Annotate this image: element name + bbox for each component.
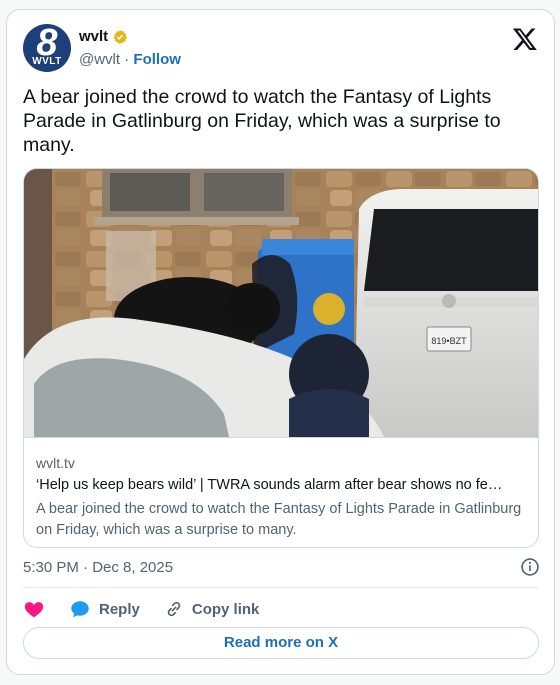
heart-icon (24, 602, 44, 618)
follow-button[interactable]: Follow (133, 51, 181, 68)
info-icon[interactable] (520, 557, 540, 577)
link-card[interactable]: 819•BZT wvlt.tv ‘Help us keep bears wild… (23, 168, 539, 548)
tweet-header: 8 WVLT wvlt @wvlt · Follow (23, 24, 538, 72)
tweet-text: A bear joined the crowd to watch the Fan… (23, 86, 501, 156)
reply-button[interactable]: Reply (69, 598, 140, 620)
copy-link-button[interactable]: Copy link (164, 599, 260, 619)
link-title: ‘Help us keep bears wild’ | TWRA sounds … (36, 477, 503, 493)
copy-link-label: Copy link (191, 600, 260, 618)
divider (23, 587, 538, 588)
avatar[interactable]: 8 WVLT (23, 24, 71, 72)
handle[interactable]: @wvlt (79, 51, 120, 68)
license-plate-text: 819•BZT (431, 336, 467, 346)
reply-label: Reply (99, 600, 140, 618)
link-domain: wvlt.tv (36, 455, 75, 471)
name-row: wvlt (79, 28, 128, 45)
x-logo-icon[interactable] (512, 26, 538, 52)
link-preview-text[interactable]: wvlt.tv ‘Help us keep bears wild’ | TWRA… (24, 437, 538, 547)
action-bar: Reply Copy link (23, 597, 283, 621)
handle-row: @wvlt · Follow (79, 51, 181, 68)
separator: · (124, 51, 130, 68)
reply-bubble-icon (71, 601, 89, 618)
avatar-callsign: WVLT (32, 56, 62, 67)
bear-photo[interactable]: 819•BZT (24, 169, 539, 437)
read-more-button[interactable]: Read more on X (23, 627, 539, 659)
link-icon (167, 601, 181, 617)
link-description: A bear joined the crowd to watch the Fan… (36, 501, 522, 538)
display-name[interactable]: wvlt (79, 28, 108, 45)
like-button[interactable] (23, 598, 45, 620)
tweet-embed-card: 8 WVLT wvlt @wvlt · Follow A bear joined… (6, 9, 555, 675)
verified-badge-icon (113, 29, 128, 44)
tweet-timestamp[interactable]: 5:30 PM · Dec 8, 2025 (23, 559, 173, 576)
